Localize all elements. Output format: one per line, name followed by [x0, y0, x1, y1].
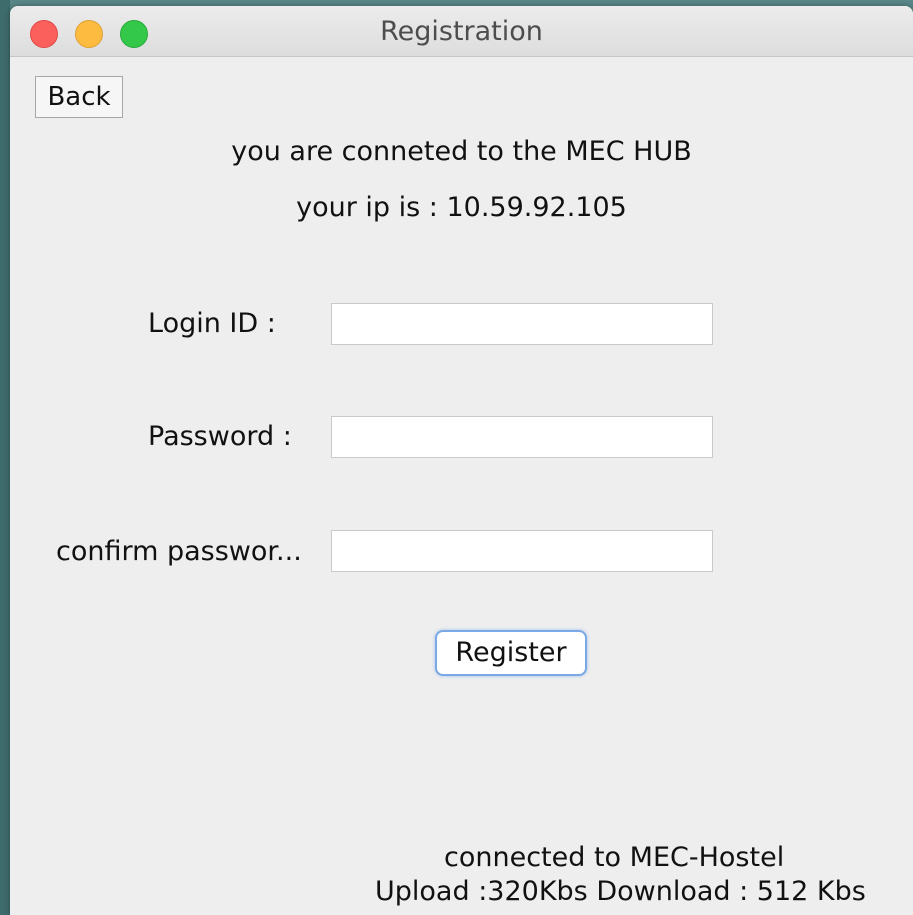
- password-input[interactable]: [331, 416, 713, 458]
- connection-message: you are conneted to the MEC HUB: [231, 136, 692, 167]
- window-title: Registration: [380, 16, 543, 47]
- password-label: Password :: [148, 421, 292, 452]
- ip-message: your ip is : 10.59.92.105: [296, 192, 627, 223]
- register-button[interactable]: Register: [435, 630, 587, 676]
- registration-window: Registration Back you are conneted to th…: [10, 6, 913, 915]
- login-id-input[interactable]: [331, 303, 713, 345]
- title-bar[interactable]: Registration: [10, 6, 913, 57]
- network-status: connected to MEC-Hostel: [444, 842, 785, 873]
- login-id-label: Login ID :: [148, 308, 276, 339]
- background-window-edge: [0, 0, 10, 915]
- speed-status: Upload :320Kbs Download : 512 Kbs: [375, 876, 866, 907]
- confirm-password-input[interactable]: [331, 530, 713, 572]
- confirm-password-label: confirm passwor...: [56, 536, 302, 567]
- back-button[interactable]: Back: [35, 76, 123, 118]
